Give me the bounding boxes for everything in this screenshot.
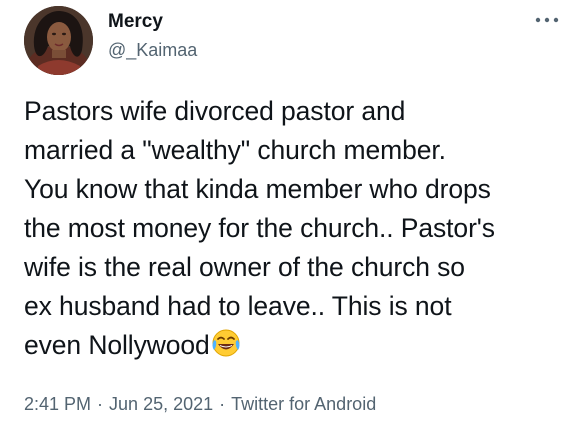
tweet-source-link[interactable]: Twitter for Android <box>231 394 376 414</box>
tweet-date[interactable]: Jun 25, 2021 <box>109 394 213 414</box>
tweet-text-line: married a "wealthy" church member. <box>24 135 446 165</box>
tweet-time[interactable]: 2:41 PM <box>24 394 91 414</box>
tweet-card: Mercy @_Kaimaa Pastors wife divorced pas… <box>0 0 586 438</box>
tweet-text-line: ex husband had to leave.. This is not <box>24 291 452 321</box>
meta-separator: · <box>219 394 226 414</box>
author-name[interactable]: Mercy <box>108 10 163 34</box>
avatar[interactable] <box>24 6 93 75</box>
author-handle[interactable]: @_Kaimaa <box>108 38 197 62</box>
more-horizontal-icon <box>535 17 559 23</box>
tweet-text-line: even Nollywood <box>24 330 210 360</box>
tweet-text: Pastors wife divorced pastor and married… <box>24 92 584 369</box>
more-options-button[interactable] <box>530 10 564 30</box>
profile-photo-icon <box>24 6 93 75</box>
tweet-text-line: wife is the real owner of the church so <box>24 252 465 282</box>
tweet-text-line: the most money for the church.. Pastor's <box>24 213 495 243</box>
face-with-tears-of-joy-emoji-icon <box>211 328 241 369</box>
meta-separator: · <box>97 394 104 414</box>
tweet-text-line: Pastors wife divorced pastor and <box>24 96 406 126</box>
tweet-text-line: You know that kinda member who drops <box>24 174 491 204</box>
tweet-text-last-line: even Nollywood <box>24 326 584 369</box>
tweet-meta: 2:41 PM · Jun 25, 2021 · Twitter for Android <box>24 392 376 416</box>
